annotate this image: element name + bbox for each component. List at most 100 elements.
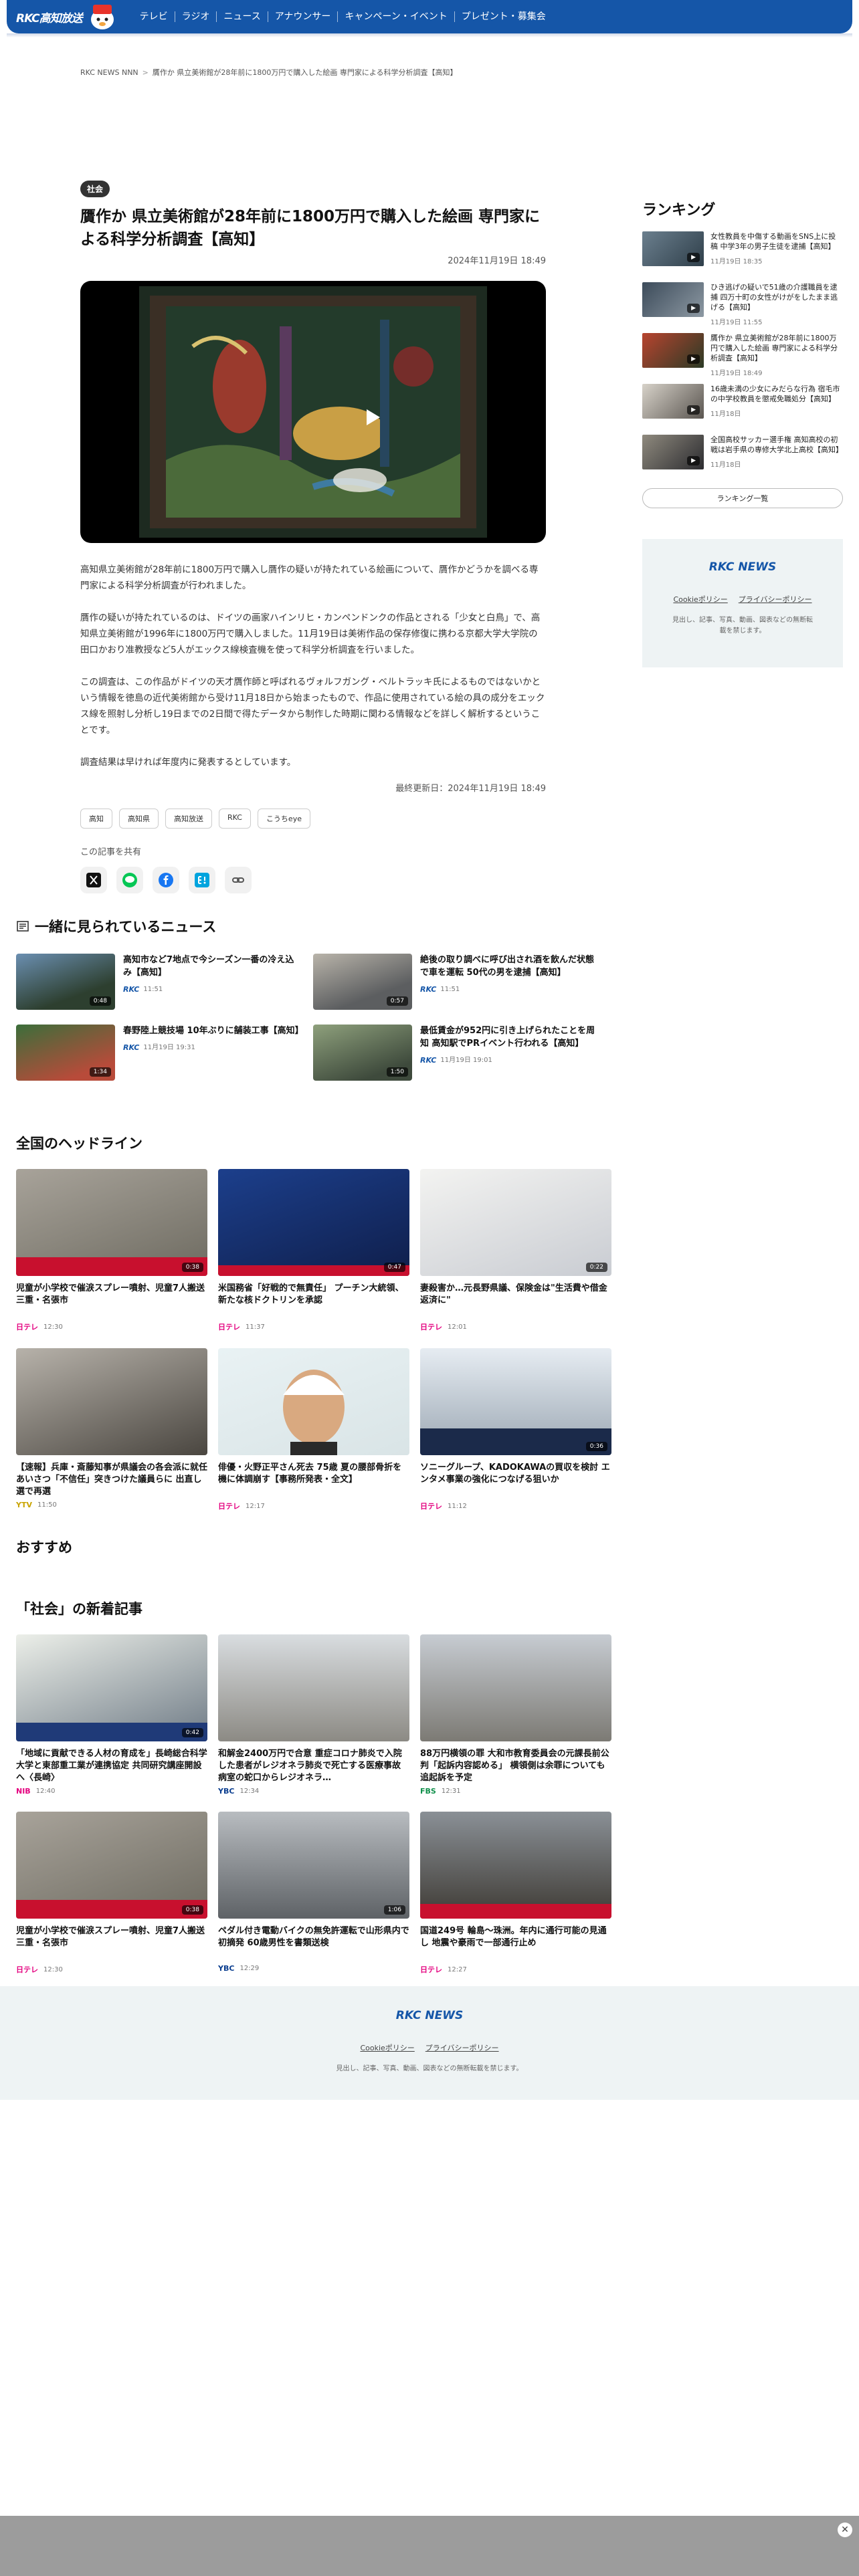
ranking-item[interactable]: ▶ 16歳未満の少女にみだらな行為 宿毛市の中学校教員を懲戒免職処分【高知】 1… [642,384,843,435]
related-news-grid: 0:48 高知市など7地点で今シーズン一番の冷え込み【高知】 RKC 11:51 … [16,954,610,1081]
news-icon [17,921,29,932]
video-player[interactable] [80,281,546,543]
social-news-text: 国道249号 輪島〜珠洲。年内に通行可能の見通し 地震や豪雨で一部通行止め [420,1926,607,1948]
social-news-card[interactable]: 和解金2400万円で合意 重症コロナ肺炎で入院した患者がレジオネラ肺炎で死亡する… [218,1634,409,1796]
news-time: 12:34 [240,1788,260,1795]
related-news-card[interactable]: 0:57 絶後の取り調べに呼び出され酒を飲んだ状態で車を運転 50代の男を逮捕【… [313,954,610,1010]
category-badge[interactable]: 社会 [80,181,110,197]
social-news-text: 「地域に貢献できる人材の育成を」長崎総合科学大学と東部重工業が連携協定 共同研究… [16,1749,207,1783]
headline-card[interactable]: 0:38 児童が小学校で催涙スプレー噴射、児童7人搬送 三重・名張市 日テレ 12… [16,1169,207,1332]
headline-card[interactable]: 俳優・火野正平さん死去 75歳 夏の腰部骨折を機に体調崩す【事務所発表・全文】 … [218,1348,409,1511]
sidebar: ランキング ▶ 女性教員を中傷する動画をSNS上に投稿 中学3年の男子生徒を逮捕… [642,198,843,667]
brand-logo: FBS [420,1787,436,1796]
headline-thumbnail: 0:38 [16,1169,207,1276]
related-thumbnail: 1:34 [16,1025,115,1081]
related-news-text: 最低賃金が952円に引き上げられたことを周知 高知駅でPRイベント行われる【高知… [420,1026,595,1049]
tag-item[interactable]: 高知 [80,809,112,829]
headline-thumbnail: 0:47 [218,1169,409,1276]
tag-item[interactable]: RKC [219,809,251,829]
cookie-policy-link[interactable]: Cookieポリシー [360,2042,414,2053]
line-share-icon[interactable] [116,867,143,893]
related-news-card[interactable]: 1:50 最低賃金が952円に引き上げられたことを周知 高知駅でPRイベント行わ… [313,1025,610,1081]
headline-card[interactable]: 0:36 ソニーグループ、KADOKAWAの買収を検討 エンタメ事業の強化につな… [420,1348,611,1511]
nav-radio[interactable]: ラジオ [175,11,217,22]
portrait-thumbnail [283,1370,345,1455]
rkc-news-logo: RKC NEWS [708,560,777,574]
social-news-card[interactable]: 1:06 ペダル付き電動バイクの無免許運転で山形県内で初摘発 60歳男性を書類送… [218,1812,409,1975]
play-icon[interactable] [301,400,380,425]
ranking-date: 11月19日 18:49 [710,370,763,377]
headline-thumbnail: 0:36 [420,1348,611,1455]
nav-campaign[interactable]: キャンペーン・イベント [338,11,455,22]
ranking-text: 贋作か 県立美術館が28年前に1800万円で購入した絵画 専門家による科学分析調… [710,334,838,362]
cookie-policy-link[interactable]: Cookieポリシー [673,594,727,605]
caption-strip [16,1723,207,1741]
ranking-item[interactable]: ▶ 全国高校サッカー選手権 高知高校の初戦は岩手県の専修大学北上高校【高知】 1… [642,435,843,486]
social-news-card[interactable]: 0:42 「地域に貢献できる人材の育成を」長崎総合科学大学と東部重工業が連携協定… [16,1634,207,1796]
privacy-policy-link[interactable]: プライバシーポリシー [425,2042,499,2053]
facebook-share-icon[interactable] [153,867,179,893]
social-thumbnail: 0:42 [16,1634,207,1741]
news-time: 11:50 [37,1501,57,1509]
link-copy-icon[interactable] [225,867,252,893]
site-logo[interactable]: RKC高知放送 [16,2,118,31]
related-news-section: 一緒に見られているニュース 0:48 高知市など7地点で今シーズン一番の冷え込み… [16,916,610,1081]
ranking-text: ひき逃げの疑いで51歳の介護職員を逮捕 四万十町の女性がけがをしたまま逃げる【高… [710,283,838,312]
source-logo: RKC [123,985,140,994]
nav-present[interactable]: プレゼント・募集会 [455,11,553,22]
tag-item[interactable]: こうちeye [257,809,310,829]
social-news-card[interactable]: 国道249号 輪島〜珠洲。年内に通行可能の見通し 地震や豪雨で一部通行止め 日テ… [420,1812,611,1975]
ranking-date: 11月19日 11:55 [710,319,763,326]
related-thumbnail: 0:48 [16,954,115,1010]
ranking-item[interactable]: ▶ 贋作か 県立美術館が28年前に1800万円で購入した絵画 専門家による科学分… [642,333,843,384]
nav-news[interactable]: ニュース [217,11,268,22]
social-thumbnail [218,1634,409,1741]
duration-badge: ▶ [687,354,700,364]
brand-logo: 日テレ [420,1965,442,1974]
ranking-date: 11月19日 18:35 [710,258,763,265]
brand-logo: 日テレ [420,1502,442,1511]
article-date: 2024年11月19日 18:49 [448,256,546,266]
ranking-list-button[interactable]: ランキング一覧 [642,488,843,508]
headline-card[interactable]: 0:22 妻殺害か…元長野県議、保険金は"生活費や借金返済に" 日テレ 12:01 [420,1169,611,1332]
headline-card[interactable]: 【速報】兵庫・斎藤知事が県議会の各会派に就任あいさつ「不信任」突きつけた議員らに… [16,1348,207,1511]
share-buttons [80,867,546,893]
recommend-section: おすすめ [16,1537,610,1557]
privacy-policy-link[interactable]: プライバシーポリシー [739,594,812,605]
tag-item[interactable]: 高知県 [119,809,159,829]
related-news-card[interactable]: 1:34 春野陸上競技場 10年ぶりに舗装工事【高知】 RKC 11月19日 19… [16,1025,313,1081]
ranking-item[interactable]: ▶ ひき逃げの疑いで51歳の介護職員を逮捕 四万十町の女性がけがをしたまま逃げる… [642,282,843,333]
footer-logo: RKC NEWS [395,2009,464,2022]
news-time: 11:37 [246,1323,265,1331]
social-thumbnail: 1:06 [218,1812,409,1919]
article-paragraph: この調査は、この作品がドイツの天才贋作師と呼ばれるヴォルフガング・ベルトラッキ氏… [80,677,545,736]
breadcrumb-home[interactable]: RKC NEWS NNN [80,68,138,77]
ranking-text: 全国高校サッカー選手権 高知高校の初戦は岩手県の専修大学北上高校【高知】 [710,435,843,454]
ranking-thumbnail: ▶ [642,282,704,317]
social-news-card[interactable]: 88万円横領の罪 大和市教育委員会の元課長前公判「起訴内容認める」 横領側は余罪… [420,1634,611,1796]
headline-card[interactable]: 0:47 米国務省「好戦的で無責任」 プーチン大統領、新たな核ドクトリンを承認 … [218,1169,409,1332]
related-news-card[interactable]: 0:48 高知市など7地点で今シーズン一番の冷え込み【高知】 RKC 11:51 [16,954,313,1010]
source-logo: RKC [123,1043,140,1052]
nav-tv[interactable]: テレビ [133,11,175,22]
news-time: 11月19日 19:31 [143,1044,195,1051]
headline-text: 【速報】兵庫・斎藤知事が県議会の各会派に就任あいさつ「不信任」突きつけた議員らに… [16,1463,207,1497]
news-time: 12:17 [246,1502,265,1510]
news-time: 12:40 [35,1788,56,1795]
nav-announcer[interactable]: アナウンサー [268,11,339,22]
social-news-card[interactable]: 0:38 児童が小学校で催涙スプレー噴射、児童7人搬送 三重・名張市 日テレ 12… [16,1812,207,1975]
social-news-text: 88万円横領の罪 大和市教育委員会の元課長前公判「起訴内容認める」 横領側は余罪… [420,1749,609,1783]
duration-badge: 0:36 [585,1442,607,1451]
caption-strip [16,1257,207,1276]
hatena-share-icon[interactable] [189,867,215,893]
close-icon[interactable]: ✕ [838,2523,852,2537]
ranking-item[interactable]: ▶ 女性教員を中傷する動画をSNS上に投稿 中学3年の男子生徒を逮捕【高知】 1… [642,231,843,282]
duration-badge: ▶ [687,456,700,465]
brand-logo: 日テレ [218,1502,240,1511]
tag-item[interactable]: 高知放送 [165,809,212,829]
source-logo: RKC [420,985,437,994]
breadcrumb: RKC NEWS NNN > 贋作か 県立美術館が28年前に1800万円で購入し… [80,67,458,78]
news-time: 12:01 [448,1323,467,1331]
tag-list: 高知 高知県 高知放送 RKC こうちeye [80,809,546,829]
x-share-icon[interactable] [80,867,107,893]
